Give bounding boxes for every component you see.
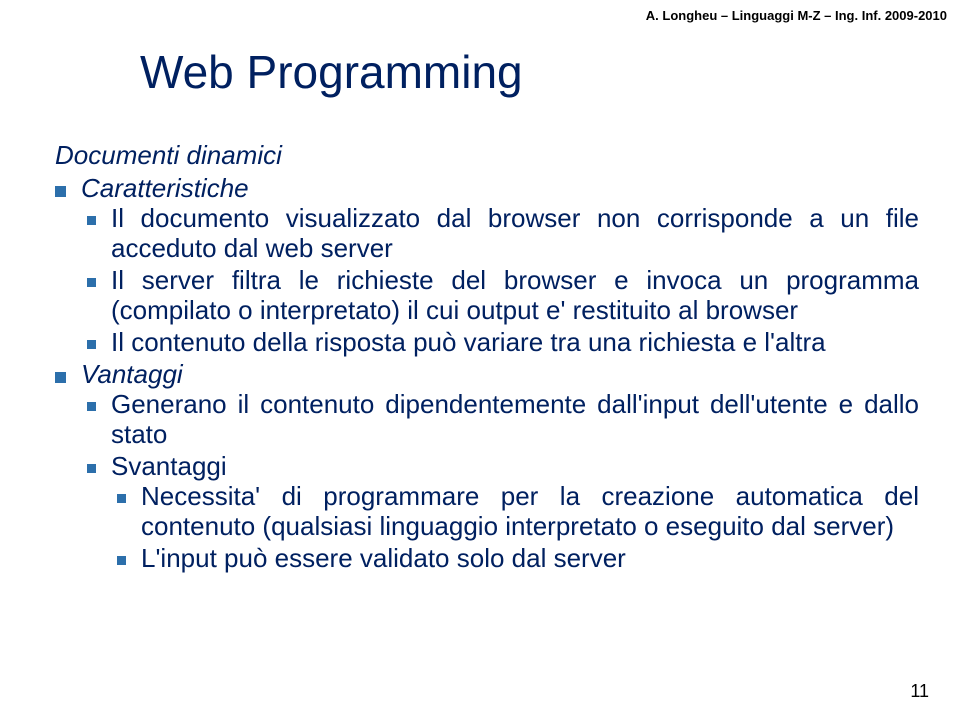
list-item: Svantaggi Necessita' di programmare per …: [81, 452, 919, 574]
sublabel-characteristics: Caratteristiche: [81, 173, 249, 203]
list-item: Il server filtra le richieste del browse…: [81, 266, 919, 326]
list-item: Necessita' di programmare per la creazio…: [111, 482, 919, 542]
list-item: Vantaggi Generano il contenuto dipendent…: [55, 359, 919, 573]
advantages-list: Generano il contenuto dipendentemente da…: [81, 390, 919, 573]
list-item: Caratteristiche Il documento visualizzat…: [55, 173, 919, 357]
sublabel-disadvantages: Svantaggi: [111, 451, 227, 481]
list-item: Generano il contenuto dipendentemente da…: [81, 390, 919, 450]
characteristics-list: Il documento visualizzato dal browser no…: [81, 204, 919, 357]
list-item: Il documento visualizzato dal browser no…: [81, 204, 919, 264]
page-title: Web Programming: [140, 45, 523, 99]
sublabel-advantages: Vantaggi: [81, 359, 183, 389]
outer-list: Caratteristiche Il documento visualizzat…: [55, 173, 919, 574]
page-header: A. Longheu – Linguaggi M-Z – Ing. Inf. 2…: [646, 8, 947, 23]
slide-content: Documenti dinamici Caratteristiche Il do…: [55, 140, 919, 576]
page-number: 11: [910, 681, 929, 702]
disadvantages-list: Necessita' di programmare per la creazio…: [111, 482, 919, 574]
list-item: L'input può essere validato solo dal ser…: [111, 544, 919, 574]
section-title: Documenti dinamici: [55, 140, 919, 171]
list-item: Il contenuto della risposta può variare …: [81, 328, 919, 358]
